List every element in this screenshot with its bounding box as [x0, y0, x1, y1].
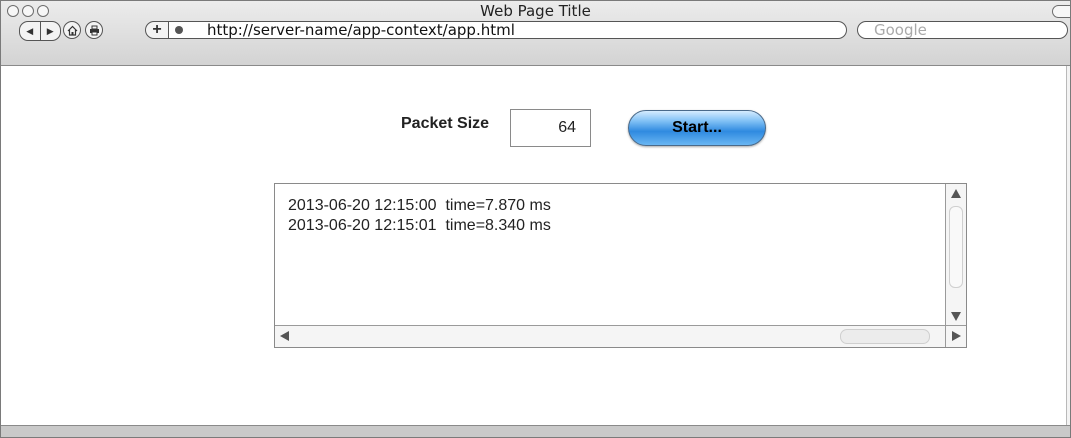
- print-button[interactable]: [85, 21, 103, 39]
- scroll-up-icon[interactable]: [951, 189, 961, 198]
- home-button[interactable]: [63, 21, 81, 39]
- scroll-right-icon[interactable]: [952, 331, 961, 341]
- packet-size-label: Packet Size: [401, 115, 490, 132]
- log-lines: 2013-06-20 12:15:00 time=7.870 ms 2013-0…: [288, 196, 551, 236]
- plus-icon: +: [152, 21, 162, 38]
- forward-button[interactable]: ▶: [39, 22, 61, 40]
- address-bar[interactable]: http://server-name/app-context/app.html: [169, 21, 847, 39]
- browser-chrome: Web Page Title ◀ ▶ + http://server-name/…: [1, 1, 1070, 66]
- add-bookmark-button[interactable]: +: [145, 21, 169, 39]
- log-line: 2013-06-20 12:15:01 time=8.340 ms: [288, 217, 551, 234]
- horizontal-scrollbar[interactable]: [275, 325, 946, 347]
- packet-size-input[interactable]: [510, 109, 591, 147]
- log-output[interactable]: 2013-06-20 12:15:00 time=7.870 ms 2013-0…: [274, 183, 967, 348]
- back-button[interactable]: ◀: [20, 22, 40, 40]
- scroll-down-icon[interactable]: [951, 312, 961, 321]
- back-icon: ◀: [26, 25, 34, 36]
- browser-toolbar: ◀ ▶ + http://server-name/app-context/app…: [1, 21, 1070, 43]
- log-line: 2013-06-20 12:15:00 time=7.870 ms: [288, 197, 551, 214]
- forward-icon: ▶: [46, 25, 54, 36]
- address-text: http://server-name/app-context/app.html: [207, 21, 515, 39]
- search-input[interactable]: [857, 21, 1068, 39]
- window-title: Web Page Title: [480, 2, 591, 20]
- start-button[interactable]: Start...: [628, 110, 766, 146]
- horizontal-scroll-thumb[interactable]: [840, 329, 930, 344]
- printer-icon: [89, 25, 99, 35]
- scroll-left-icon[interactable]: [280, 331, 289, 341]
- vertical-scroll-thumb[interactable]: [949, 206, 963, 288]
- page-scrollbar[interactable]: [1066, 66, 1070, 426]
- toolbar-toggle-button[interactable]: [1052, 5, 1070, 18]
- home-icon: [67, 25, 77, 36]
- scroll-corner: [945, 325, 966, 347]
- vertical-scrollbar[interactable]: [945, 184, 966, 326]
- navigation-buttons: ◀ ▶: [19, 21, 61, 41]
- browser-window: Web Page Title ◀ ▶ + http://server-name/…: [0, 0, 1071, 438]
- site-icon: [175, 26, 183, 34]
- status-bar: [1, 425, 1070, 437]
